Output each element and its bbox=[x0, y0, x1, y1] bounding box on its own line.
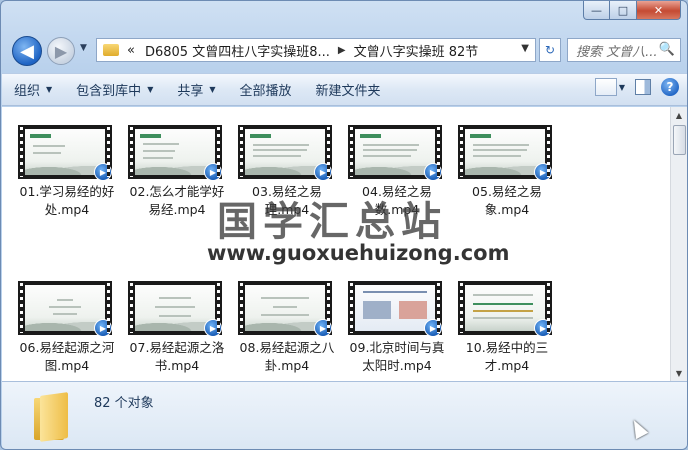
play-badge-icon: ▶ bbox=[204, 163, 222, 181]
breadcrumb-separator-icon[interactable]: ▶ bbox=[338, 45, 346, 56]
scrollbar-thumb[interactable] bbox=[673, 125, 686, 155]
minimize-button[interactable]: — bbox=[583, 1, 610, 20]
chevron-down-icon: ▼ bbox=[209, 85, 216, 94]
video-thumbnail: ▶ bbox=[238, 125, 332, 181]
address-bar[interactable]: « D6805 文曾四柱八字实操班8... ▶ 文曾八字实操班 82节 ▼ bbox=[96, 38, 536, 62]
preview-pane-button[interactable] bbox=[635, 79, 651, 95]
close-button[interactable]: ✕ bbox=[637, 1, 681, 20]
back-button[interactable]: ◀ bbox=[12, 36, 42, 66]
organize-label: 组织 bbox=[14, 84, 41, 99]
view-options-dropdown-icon[interactable]: ▼ bbox=[619, 83, 625, 92]
item-count: 82 个对象 bbox=[94, 396, 154, 411]
video-thumbnail: ▶ bbox=[238, 281, 332, 337]
file-name: 01.学习易经的好处.mp4 bbox=[19, 184, 115, 217]
play-badge-icon: ▶ bbox=[94, 163, 112, 181]
play-badge-icon: ▶ bbox=[424, 163, 442, 181]
video-thumbnail: ▶ bbox=[128, 125, 222, 181]
details-pane: 82 个对象 bbox=[2, 381, 687, 449]
command-bar: 组织 ▼ 包含到库中 ▼ 共享 ▼ 全部播放 新建文件夹 ▼ ? bbox=[2, 73, 687, 106]
video-thumbnail: ▶ bbox=[458, 281, 552, 337]
search-icon[interactable]: 🔍 bbox=[659, 42, 675, 57]
play-badge-icon: ▶ bbox=[424, 319, 442, 337]
file-name: 07.易经起源之洛书.mp4 bbox=[129, 340, 225, 373]
caption-buttons: — □ ✕ bbox=[583, 1, 681, 20]
refresh-button[interactable]: ↻ bbox=[539, 38, 561, 62]
watermark-url: www.guoxuehuizong.com bbox=[207, 241, 510, 265]
help-icon: ? bbox=[666, 80, 674, 94]
file-name: 09.北京时间与真太阳时.mp4 bbox=[349, 340, 445, 373]
back-arrow-icon: ◀ bbox=[20, 40, 34, 62]
forward-arrow-icon: ▶ bbox=[54, 41, 68, 61]
new-folder-label: 新建文件夹 bbox=[315, 84, 381, 99]
video-thumbnail: ▶ bbox=[348, 281, 442, 337]
maximize-button[interactable]: □ bbox=[610, 1, 637, 20]
video-thumbnail: ▶ bbox=[348, 125, 442, 181]
address-dropdown-icon[interactable]: ▼ bbox=[521, 43, 529, 54]
watermark-title: 国学汇总站 bbox=[217, 199, 447, 245]
video-thumbnail: ▶ bbox=[128, 281, 222, 337]
help-button[interactable]: ? bbox=[661, 78, 679, 96]
file-name: 10.易经中的三才.mp4 bbox=[465, 340, 549, 373]
chevron-down-icon: ▼ bbox=[46, 85, 53, 94]
search-input[interactable]: 搜索 文曾八... 🔍 bbox=[567, 38, 681, 62]
video-thumbnail: ▶ bbox=[458, 125, 552, 181]
folder-icon bbox=[34, 392, 74, 442]
play-all-button[interactable]: 全部播放 bbox=[228, 77, 304, 103]
play-badge-icon: ▶ bbox=[94, 319, 112, 337]
organize-menu[interactable]: 组织 ▼ bbox=[2, 77, 64, 103]
vertical-scrollbar[interactable]: ▲ ▼ bbox=[670, 107, 687, 381]
refresh-icon: ↻ bbox=[544, 43, 556, 57]
play-badge-icon: ▶ bbox=[204, 319, 222, 337]
share-label: 共享 bbox=[177, 84, 204, 99]
explorer-window: — □ ✕ ◀ ▶ ▼ « D6805 文曾四柱八字实操班8... ▶ 文曾八字… bbox=[0, 0, 688, 450]
breadcrumb-item-parent[interactable]: D6805 文曾四柱八字实操班8... bbox=[145, 41, 330, 60]
file-name: 08.易经起源之八卦.mp4 bbox=[239, 340, 335, 373]
play-all-label: 全部播放 bbox=[239, 84, 292, 99]
change-view-button[interactable] bbox=[594, 78, 617, 96]
file-name: 05.易经之易象.mp4 bbox=[472, 184, 542, 217]
play-badge-icon: ▶ bbox=[314, 163, 332, 181]
breadcrumb-item-current[interactable]: 文曾八字实操班 82节 bbox=[354, 41, 479, 60]
file-name: 06.易经起源之河图.mp4 bbox=[19, 340, 115, 373]
search-placeholder: 搜索 文曾八... bbox=[576, 44, 658, 60]
play-badge-icon: ▶ bbox=[534, 319, 552, 337]
navigation-bar: ◀ ▶ ▼ « D6805 文曾四柱八字实操班8... ▶ 文曾八字实操班 82… bbox=[1, 29, 687, 71]
include-in-library-menu[interactable]: 包含到库中 ▼ bbox=[64, 77, 165, 103]
scroll-up-icon[interactable]: ▲ bbox=[671, 107, 687, 123]
folder-icon bbox=[103, 44, 119, 56]
breadcrumb-overflow[interactable]: « bbox=[127, 43, 135, 58]
video-thumbnail: ▶ bbox=[18, 281, 112, 337]
scroll-down-icon[interactable]: ▼ bbox=[671, 365, 687, 381]
chevron-down-icon: ▼ bbox=[147, 85, 154, 94]
share-menu[interactable]: 共享 ▼ bbox=[165, 77, 227, 103]
new-folder-button[interactable]: 新建文件夹 bbox=[304, 77, 393, 103]
include-in-library-label: 包含到库中 bbox=[76, 84, 142, 99]
video-thumbnail: ▶ bbox=[18, 125, 112, 181]
play-badge-icon: ▶ bbox=[314, 319, 332, 337]
forward-button[interactable]: ▶ bbox=[47, 37, 75, 65]
play-badge-icon: ▶ bbox=[534, 163, 552, 181]
recent-pages-dropdown[interactable]: ▼ bbox=[80, 43, 87, 53]
file-name: 02.怎么才能学好易经.mp4 bbox=[129, 184, 225, 217]
